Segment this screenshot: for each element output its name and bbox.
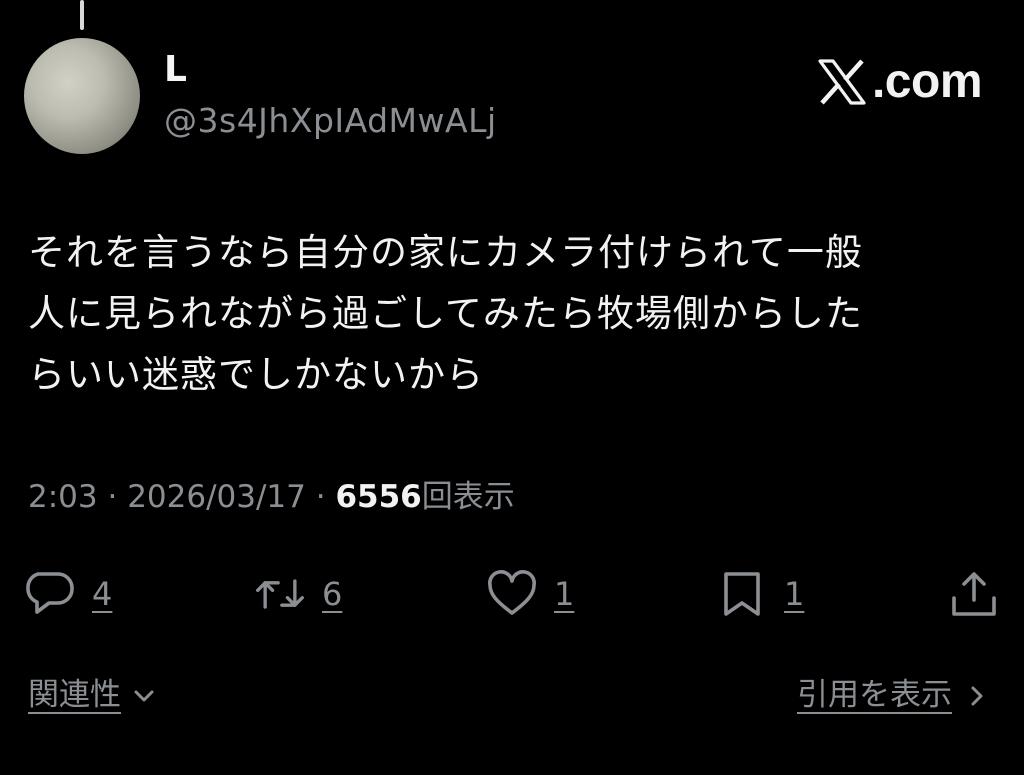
like-count[interactable]: 1: [554, 578, 574, 610]
retweet-count[interactable]: 6: [322, 578, 342, 610]
views-count: 6556: [335, 479, 422, 515]
view-quotes-link[interactable]: 引用を表示: [797, 680, 990, 711]
share-icon: [952, 572, 996, 616]
bookmark-button[interactable]: 1: [716, 570, 804, 618]
reply-count[interactable]: 4: [92, 578, 112, 610]
heart-icon: [488, 570, 536, 615]
share-button[interactable]: [948, 570, 1000, 618]
display-name[interactable]: L: [164, 52, 187, 88]
tweet-time[interactable]: 2:03: [28, 479, 98, 515]
thread-line: [80, 0, 84, 30]
chevron-right-icon: [971, 686, 983, 705]
brand-domain-text: .com: [871, 55, 983, 108]
meta-separator: ·: [107, 479, 118, 515]
meta-separator: ·: [315, 479, 326, 515]
relevance-label[interactable]: 関連性: [28, 680, 121, 711]
like-button[interactable]: 1: [486, 570, 574, 618]
retweet-button[interactable]: 6: [254, 570, 342, 618]
bookmark-count[interactable]: 1: [784, 578, 804, 610]
chevron-down-icon: [134, 690, 154, 701]
reply-button[interactable]: 4: [24, 570, 112, 618]
relevance-sort-button[interactable]: 関連性: [28, 680, 157, 711]
bookmark-icon: [724, 572, 760, 616]
x-logo-icon: [818, 59, 866, 105]
view-quotes-label[interactable]: 引用を表示: [797, 680, 952, 711]
reply-icon: [26, 572, 74, 614]
views-label: 回表示: [421, 479, 515, 515]
user-handle[interactable]: @3s4JhXpIAdMwALj: [164, 104, 497, 137]
tweet-date[interactable]: 2026/03/17: [127, 479, 306, 515]
tweet-text: それを言うなら自分の家にカメラ付けられて一般 人に見られながら過ごしてみたら牧場…: [28, 231, 863, 396]
avatar[interactable]: [24, 38, 140, 154]
brand-logo: .com: [816, 55, 983, 108]
tweet-meta: 2:03 · 2026/03/17 · 6556回表示: [28, 482, 515, 513]
retweet-icon: [256, 579, 304, 609]
